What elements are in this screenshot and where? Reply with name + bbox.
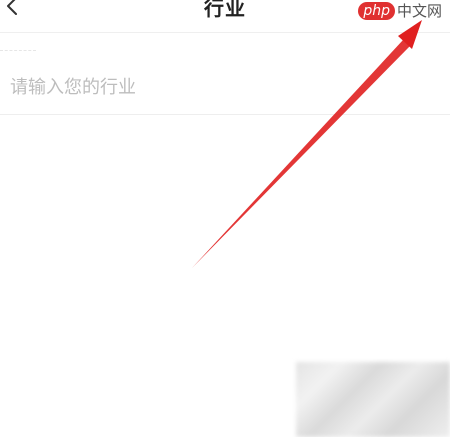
industry-field[interactable] [0,62,450,115]
industry-screen: 行业 php 中文网 [0,0,450,437]
watermark-text: 中文网 [396,2,442,20]
watermark-logo: php [358,2,395,20]
divider [0,50,36,51]
blurred-area [296,362,450,437]
industry-input[interactable] [10,72,430,102]
watermark: php 中文网 [358,0,442,22]
